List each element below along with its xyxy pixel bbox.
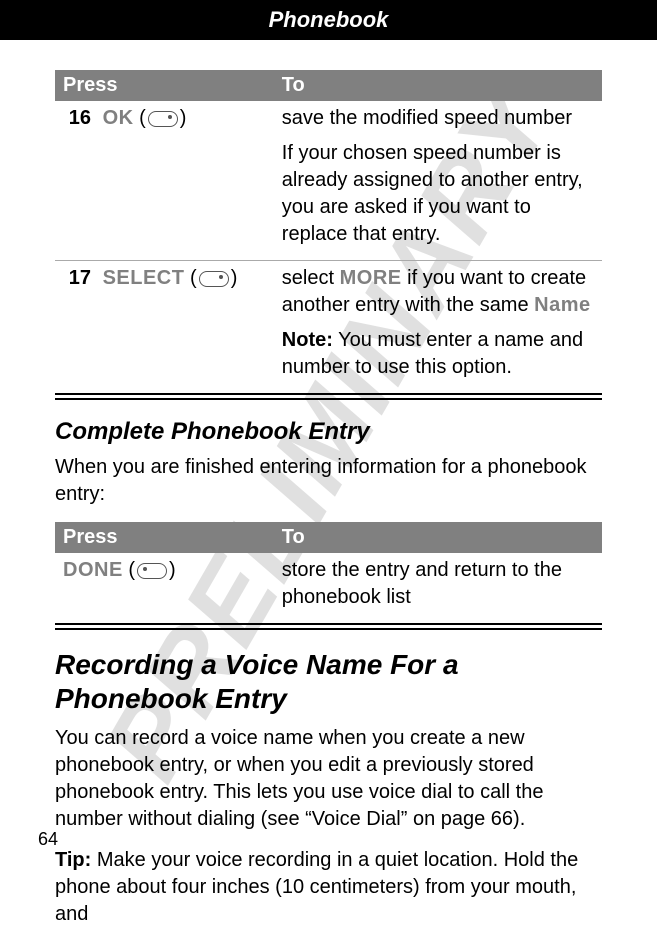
softkey-right-icon <box>148 111 178 127</box>
step-desc: store the entry and return to the phoneb… <box>282 557 594 611</box>
step-number: 17 <box>63 265 97 292</box>
header-band: Phonebook <box>0 0 657 40</box>
instruction-table-1: Press To 16 OK () save the modified spee… <box>55 70 602 393</box>
tip-label: Tip: <box>55 849 91 871</box>
softkey-left-icon <box>137 563 167 579</box>
key-label: OK <box>103 107 134 129</box>
ui-literal: MORE <box>340 267 402 289</box>
table-row: DONE () store the entry and return to th… <box>55 553 602 623</box>
subsection-intro: When you are finished entering informati… <box>55 454 602 508</box>
col-press: Press <box>55 70 274 101</box>
section-tip: Tip: Make your voice recording in a quie… <box>55 847 602 928</box>
step-note: Note: You must enter a name and number t… <box>282 327 594 381</box>
col-press: Press <box>55 522 274 553</box>
ui-literal: Name <box>534 294 590 316</box>
step-desc: select MORE if you want to create anothe… <box>282 265 594 319</box>
step-desc: save the modified speed number <box>282 105 594 132</box>
tip-text: Make your voice recording in a quiet loc… <box>55 849 578 925</box>
subsection-heading: Complete Phonebook Entry <box>55 418 602 446</box>
section-para: You can record a voice name when you cre… <box>55 725 602 833</box>
table-row: 16 OK () save the modified speed number … <box>55 101 602 261</box>
step-desc-extra: If your chosen speed number is already a… <box>282 140 594 248</box>
table-end-rule <box>55 393 602 400</box>
table-row: 17 SELECT () select MORE if you want to … <box>55 261 602 394</box>
note-label: Note: <box>282 329 333 351</box>
col-to: To <box>274 70 602 101</box>
instruction-table-2: Press To DONE () store the entry and ret… <box>55 522 602 623</box>
step-number: 16 <box>63 105 97 132</box>
col-to: To <box>274 522 602 553</box>
table-end-rule <box>55 623 602 630</box>
softkey-right-icon <box>199 271 229 287</box>
key-label: SELECT <box>103 267 185 289</box>
page-title: Phonebook <box>269 7 389 33</box>
text-fragment: select <box>282 267 340 289</box>
key-label: DONE <box>63 559 123 581</box>
section-heading: Recording a Voice Name For a Phonebook E… <box>55 648 602 715</box>
